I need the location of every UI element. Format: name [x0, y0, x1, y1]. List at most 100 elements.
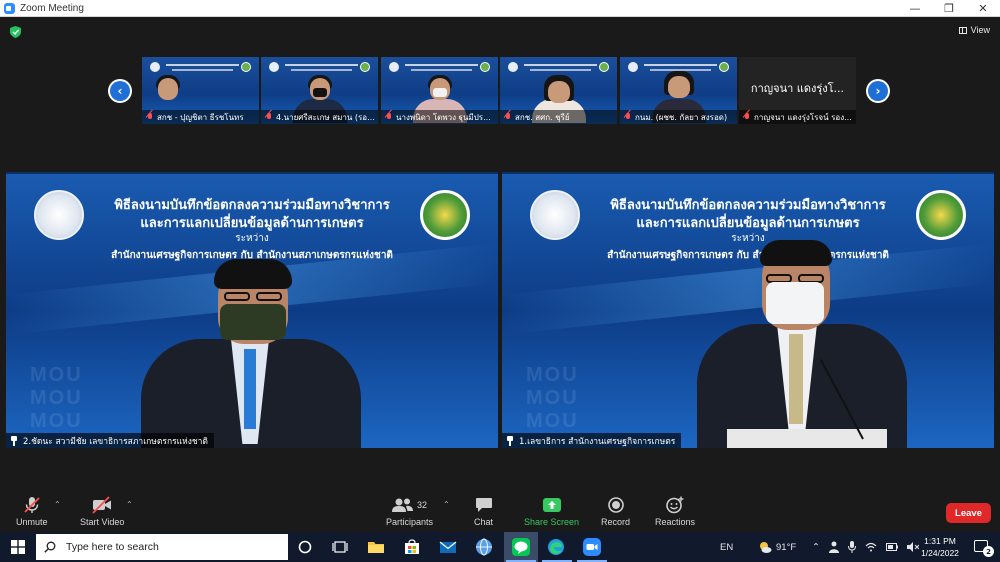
tile-participant-name: 2.ชัดนะ สวามีชัย เลขาธิการสภาเกษตรกรแห่ง… — [23, 436, 208, 447]
person-icon[interactable] — [828, 541, 839, 553]
participant-name: กาญจนา แดงรุ่งโรจน์ รอง... — [754, 112, 852, 122]
leave-button[interactable]: Leave — [946, 503, 991, 523]
weather-widget[interactable]: 91°F — [758, 532, 796, 562]
reactions-icon — [666, 496, 684, 514]
next-page-button[interactable]: › — [866, 79, 890, 103]
folder-icon — [368, 542, 384, 553]
muted-mic-icon — [624, 112, 632, 122]
tile-name-label: 1.เลขาธิการ สำนักงานเศรษฐกิจการเกษตร — [502, 433, 682, 448]
slide-title-line2: และการแลกเปลี่ยนข้อมูลด้านการเกษตร — [636, 216, 860, 231]
meeting-toolbar: Unmute ⌃ Start Video ⌃ 32 Participants ⌃ — [0, 494, 1000, 532]
edge-browser-icon — [548, 539, 564, 555]
muted-mic-icon — [504, 112, 512, 122]
participant-name: สกช. สศก. ชุรีย์ — [515, 112, 570, 122]
cortana-button[interactable] — [295, 537, 315, 557]
reactions-label: Reactions — [655, 517, 696, 527]
participant-thumbnail[interactable]: นางพนิดา โตพวง ฐุนมีปร... — [381, 57, 498, 124]
microphone-icon[interactable] — [847, 541, 856, 553]
video-options-caret[interactable]: ⌃ — [126, 500, 133, 509]
globe-app-button[interactable] — [474, 537, 494, 557]
view-grid-icon — [958, 26, 967, 34]
store-icon — [405, 539, 419, 554]
chevron-up-icon[interactable]: ⌃ — [812, 542, 820, 553]
slide-title-line4: สำนักงานเศรษฐกิจการเกษตร กับ สำนักงานสภา… — [607, 250, 889, 261]
muted-mic-icon — [24, 497, 40, 513]
start-video-button[interactable]: Start Video — [80, 496, 124, 527]
taskbar-search-box[interactable] — [36, 534, 288, 560]
view-label: View — [970, 25, 990, 35]
participant-thumbnail[interactable]: กนม. (ผชช. กัลยา สงรอด) — [620, 57, 737, 124]
edge-button[interactable] — [546, 537, 566, 557]
record-icon — [607, 497, 624, 513]
file-explorer-button[interactable] — [366, 537, 386, 557]
line-app-button[interactable] — [504, 532, 538, 562]
record-button[interactable]: Record — [601, 496, 630, 527]
language-indicator[interactable]: EN — [720, 532, 733, 562]
participants-label: Participants — [386, 517, 434, 527]
taskbar-search-input[interactable] — [66, 541, 266, 553]
participant-thumbnail[interactable]: กาญจนา แดงรุ่งโ... กาญจนา แดงรุ่งโรจน์ ร… — [739, 57, 856, 124]
unmute-button[interactable]: Unmute — [16, 496, 48, 527]
cortana-icon — [298, 540, 312, 554]
participant-thumbnail[interactable]: สกช - ปุญชิตา ธีรชโนทร — [142, 57, 259, 124]
mou-watermark: MOU — [526, 387, 579, 409]
pin-icon — [10, 435, 18, 446]
close-button[interactable]: ✕ — [966, 0, 1000, 17]
video-tile[interactable]: พิธีลงนามบันทึกข้อตกลงความร่วมมือทางวิชา… — [502, 172, 994, 448]
minimize-button[interactable]: — — [898, 0, 932, 17]
mail-icon — [439, 541, 457, 553]
muted-mic-icon — [146, 112, 154, 122]
taskbar-clock[interactable]: 1:31 PM 1/24/2022 — [918, 535, 962, 559]
battery-icon[interactable] — [885, 543, 898, 551]
maximize-button[interactable]: ❐ — [932, 0, 966, 17]
notification-center-button[interactable]: 2 — [974, 540, 994, 557]
chat-label: Chat — [474, 517, 494, 527]
participant-thumbnail[interactable]: สกช. สศก. ชุรีย์ — [500, 57, 617, 124]
participant-display-name: กาญจนา แดงรุ่งโ... — [750, 82, 845, 95]
chevron-right-icon: › — [868, 81, 888, 101]
line-app-icon — [512, 538, 530, 556]
task-view-button[interactable] — [330, 537, 350, 557]
mou-watermark: MOU — [30, 364, 83, 386]
participant-name: กนม. (ผชช. กัลยา สงรอด) — [635, 112, 728, 122]
participants-options-caret[interactable]: ⌃ — [443, 500, 450, 509]
share-screen-button[interactable]: Share Screen — [524, 496, 579, 527]
pin-icon — [506, 435, 514, 446]
clock-date: 1/24/2022 — [921, 548, 959, 558]
video-tile[interactable]: พิธีลงนามบันทึกข้อตกลงความร่วมมือทางวิชา… — [6, 172, 498, 448]
participant-name: นางพนิดา โตพวง ฐุนมีปร... — [396, 112, 491, 122]
start-button[interactable] — [0, 532, 35, 562]
system-tray-icons: ⌃ — [812, 532, 919, 562]
globe-icon — [476, 538, 492, 556]
participant-name: สกช - ปุญชิตา ธีรชโนทร — [157, 112, 244, 122]
video-off-icon — [92, 496, 112, 514]
view-button[interactable]: View — [958, 25, 990, 35]
participants-button[interactable]: 32 Participants — [386, 496, 433, 527]
start-video-label: Start Video — [80, 517, 125, 527]
muted-mic-icon — [743, 112, 751, 122]
participant-name: 4.นายศรีสะเกษ สมาน (รอ... — [276, 112, 375, 122]
slide-title-line3: ระหว่าง — [235, 233, 269, 244]
mail-button[interactable] — [438, 537, 458, 557]
encryption-shield-icon[interactable] — [10, 26, 21, 38]
participants-count: 32 — [417, 500, 428, 510]
unmute-label: Unmute — [16, 517, 48, 527]
muted-mic-icon — [385, 112, 393, 122]
wifi-icon[interactable] — [865, 542, 877, 552]
participant-thumbnail[interactable]: 4.นายศรีสะเกษ สมาน (รอ... — [261, 57, 378, 124]
reactions-button[interactable]: Reactions — [655, 496, 695, 527]
zoom-taskbar-button[interactable] — [582, 537, 602, 557]
window-title: Zoom Meeting — [20, 2, 84, 14]
meeting-area: View ‹ สกช - ปุญชิตา ธีรชโนทร 4.นายศรีสะ… — [0, 17, 1000, 494]
prev-page-button[interactable]: ‹ — [108, 79, 132, 103]
search-icon — [44, 541, 56, 553]
mou-watermark: MOU — [30, 387, 83, 409]
audio-options-caret[interactable]: ⌃ — [54, 500, 61, 509]
zoom-app-icon — [583, 538, 601, 556]
tile-participant-name: 1.เลขาธิการ สำนักงานเศรษฐกิจการเกษตร — [519, 436, 676, 447]
notification-count-badge: 2 — [983, 546, 994, 557]
sun-cloud-icon — [760, 542, 772, 553]
mou-watermark: MOU — [526, 410, 579, 432]
chat-button[interactable]: Chat — [474, 496, 493, 527]
store-button[interactable] — [402, 537, 422, 557]
